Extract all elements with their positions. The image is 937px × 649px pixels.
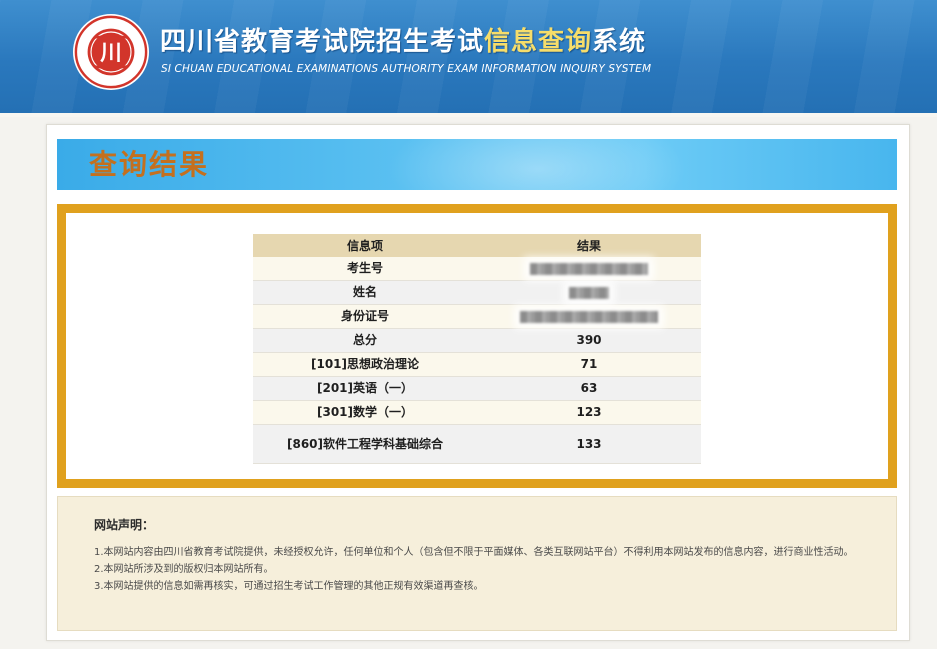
site-title-accent: 信息查询 <box>484 27 593 57</box>
main-content-panel: 查询结果 信息项 结果 考生号 姓名 身份证号 总分 390 [101]思想政治… <box>46 124 910 641</box>
row-label: 考生号 <box>253 257 477 281</box>
row-value-redacted <box>477 304 701 329</box>
row-label: [101]思想政治理论 <box>253 352 477 377</box>
result-table: 信息项 结果 考生号 姓名 身份证号 总分 390 [101]思想政治理论 71… <box>253 234 701 464</box>
row-value: 123 <box>477 400 701 425</box>
redacted-value <box>569 286 609 299</box>
row-label: [201]英语（一） <box>253 376 477 401</box>
result-frame: 信息项 结果 考生号 姓名 身份证号 总分 390 [101]思想政治理论 71… <box>57 204 897 488</box>
notice-list: 1.本网站内容由四川省教育考试院提供，未经授权允许，任何单位和个人（包含但不限于… <box>94 544 864 595</box>
row-label: 身份证号 <box>253 304 477 329</box>
notice-item: 1.本网站内容由四川省教育考试院提供，未经授权允许，任何单位和个人（包含但不限于… <box>94 547 854 558</box>
site-title: 四川省教育考试院招生考试信息查询系统 <box>160 24 646 60</box>
row-value-redacted <box>477 280 701 305</box>
row-value: 390 <box>477 328 701 353</box>
row-label: [860]软件工程学科基础综合 <box>253 424 477 464</box>
table-header-row: 信息项 结果 <box>253 234 701 257</box>
redacted-value <box>530 262 648 275</box>
logo-glyph: 川 <box>99 41 121 66</box>
table-row-id-number: 身份证号 <box>253 304 701 329</box>
result-banner: 查询结果 <box>57 139 897 190</box>
table-row-name: 姓名 <box>253 280 701 305</box>
site-subtitle: SI CHUAN EDUCATIONAL EXAMINATIONS AUTHOR… <box>161 63 652 75</box>
table-row-total-score: 总分 390 <box>253 328 701 353</box>
site-header: 川 四川省教育考试院招生考试信息查询系统 SI CHUAN EDUCATIONA… <box>0 0 937 113</box>
result-title: 查询结果 <box>89 148 210 181</box>
notice-title: 网站声明： <box>94 518 155 532</box>
row-label: 总分 <box>253 328 477 353</box>
table-row-math: [301]数学（一） 123 <box>253 400 701 425</box>
notice-item: 2.本网站所涉及到的版权归本网站所有。 <box>94 564 274 575</box>
row-value-redacted <box>477 257 701 281</box>
table-row-english: [201]英语（一） 63 <box>253 376 701 401</box>
redacted-value <box>520 310 658 323</box>
column-header-item: 信息项 <box>253 234 477 257</box>
row-value: 71 <box>477 352 701 377</box>
site-notice: 网站声明： 1.本网站内容由四川省教育考试院提供，未经授权允许，任何单位和个人（… <box>57 496 897 631</box>
row-label: 姓名 <box>253 280 477 305</box>
table-row-politics: [101]思想政治理论 71 <box>253 352 701 377</box>
site-title-tail: 系统 <box>592 27 647 57</box>
row-label: [301]数学（一） <box>253 400 477 425</box>
row-value: 133 <box>477 424 701 464</box>
table-row-software-engineering: [860]软件工程学科基础综合 133 <box>253 424 701 464</box>
notice-item: 3.本网站提供的信息如需再核实，可通过招生考试工作管理的其他正规有效渠道再查核。 <box>94 581 484 592</box>
header-divider <box>0 113 937 117</box>
site-title-main: 四川省教育考试院招生考试 <box>160 27 485 57</box>
column-header-result: 结果 <box>477 234 701 257</box>
row-value: 63 <box>477 376 701 401</box>
sichuan-exam-authority-seal-icon: 川 <box>72 13 150 91</box>
banner-sheen <box>387 139 687 190</box>
table-row-exam-number: 考生号 <box>253 257 701 281</box>
